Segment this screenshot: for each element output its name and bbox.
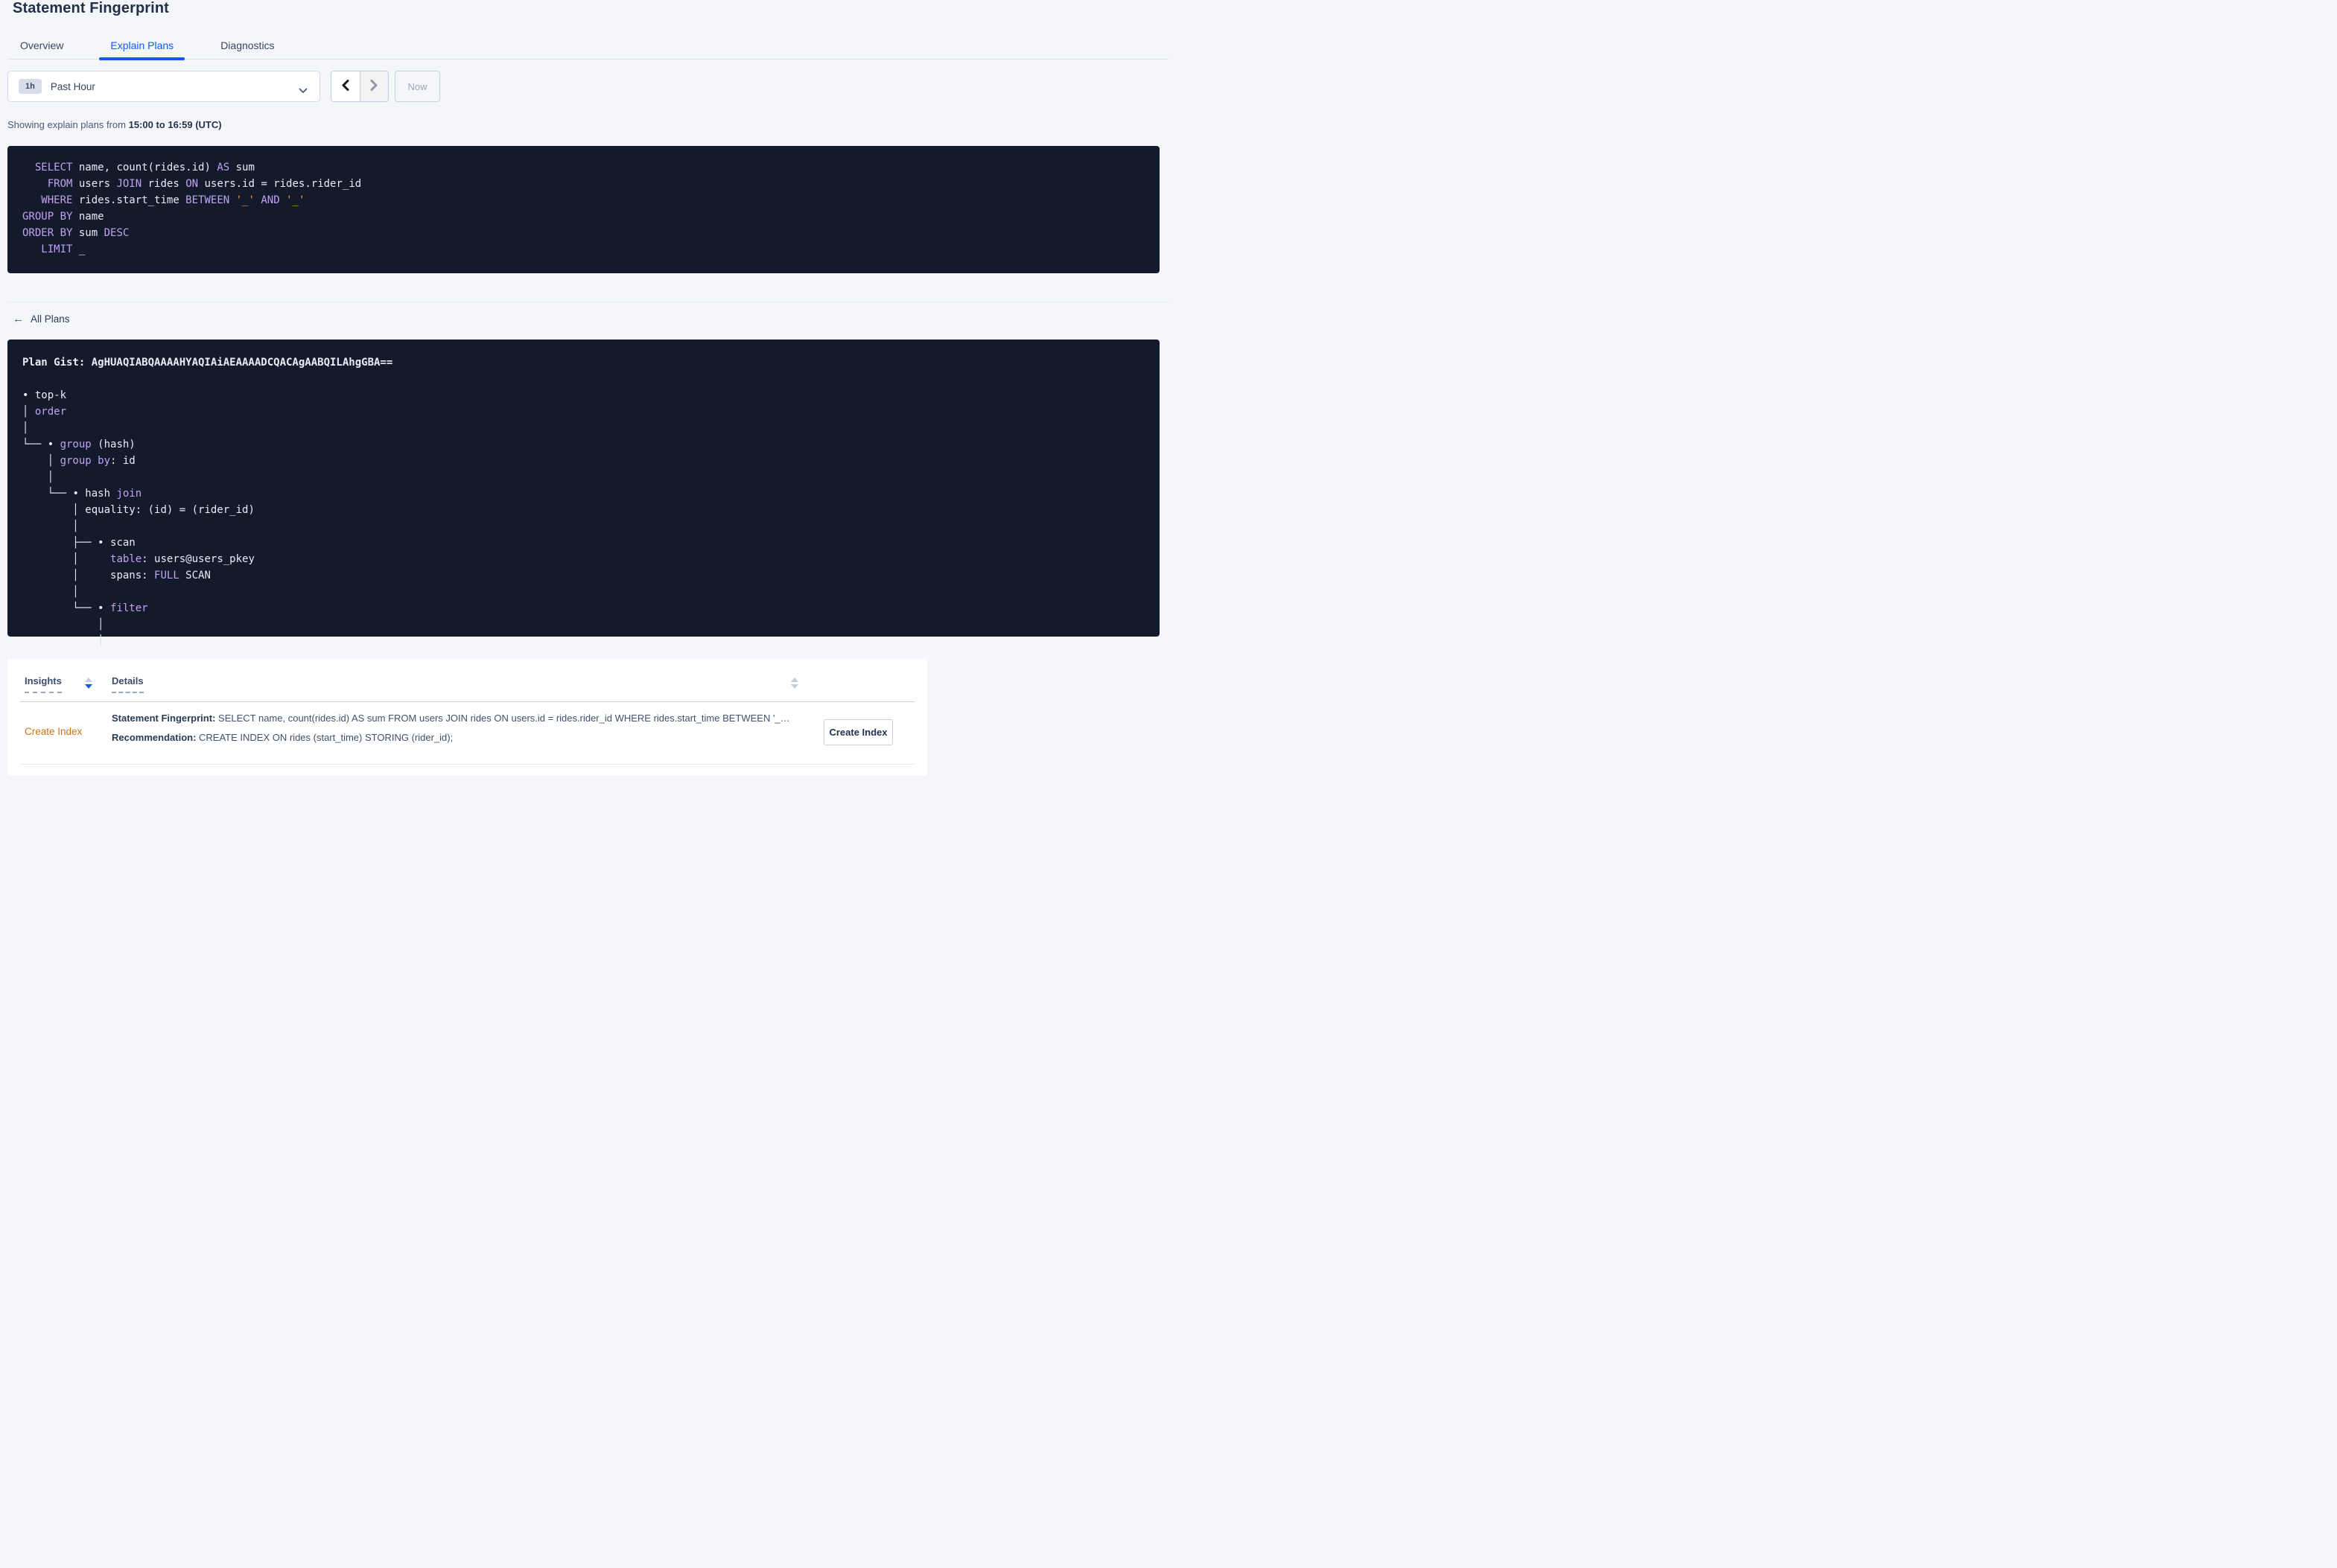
recommendation-value: CREATE INDEX ON rides (start_time) STORI… (196, 732, 454, 743)
tab-explain-plans[interactable]: Explain Plans (99, 33, 185, 60)
all-plans-back-link[interactable]: ← All Plans (13, 313, 70, 325)
details-column-header[interactable]: Details (112, 675, 144, 693)
caption-prefix: Showing explain plans from (7, 119, 129, 130)
sort-arrows-icon[interactable] (791, 678, 798, 689)
tab-diagnostics-label: Diagnostics (220, 39, 275, 51)
tab-bar: Overview Explain Plans Diagnostics (7, 33, 1168, 60)
insights-table: Insights Details Create Index Statement … (7, 659, 927, 776)
table-row-divider (20, 764, 915, 765)
sort-desc-icon (85, 684, 92, 689)
recommendation-label: Recommendation: (112, 732, 197, 743)
time-range-select[interactable]: 1h Past Hour (7, 71, 320, 102)
all-plans-label: All Plans (31, 313, 70, 325)
statement-fingerprint-page: Statement Fingerprint Overview Explain P… (0, 0, 1168, 784)
chevron-down-icon (299, 84, 308, 98)
details-cell: Statement Fingerprint: SELECT name, coun… (112, 713, 808, 744)
chevron-left-icon (340, 79, 350, 94)
sort-desc-icon (791, 684, 798, 689)
statement-fingerprint-label: Statement Fingerprint: (112, 713, 216, 724)
time-pager (331, 71, 389, 102)
details-header-label: Details (112, 675, 144, 693)
plan-gist-text: Plan Gist: AgHUAQIABQAAAAHYAQIAiAEAAAADC… (22, 357, 393, 647)
tab-explain-plans-label: Explain Plans (110, 39, 174, 51)
create-index-button[interactable]: Create Index (824, 719, 893, 745)
prev-time-button[interactable] (331, 71, 360, 101)
caption-time-range: 15:00 to 16:59 (UTC) (128, 119, 222, 130)
next-time-button[interactable] (359, 71, 388, 101)
sort-asc-icon (791, 678, 798, 682)
statement-fingerprint-detail: Statement Fingerprint: SELECT name, coun… (112, 713, 808, 724)
tab-overview-label: Overview (20, 39, 64, 51)
active-tab-underline (99, 57, 185, 60)
now-button[interactable]: Now (395, 71, 440, 102)
time-range-badge: 1h (19, 79, 42, 94)
showing-plans-caption: Showing explain plans from 15:00 to 16:5… (7, 119, 222, 130)
insights-header-label: Insights (25, 675, 62, 693)
arrow-left-icon: ← (13, 313, 24, 325)
sql-statement-text: SELECT name, count(rides.id) AS sum FROM… (22, 162, 362, 255)
sort-arrows-icon[interactable] (85, 678, 92, 689)
time-controls: 1h Past Hour Now (0, 71, 1168, 102)
statement-fingerprint-value: SELECT name, count(rides.id) AS sum FROM… (215, 713, 790, 724)
time-range-label: Past Hour (50, 80, 95, 92)
table-header-divider (20, 701, 915, 702)
tab-diagnostics[interactable]: Diagnostics (209, 33, 285, 59)
plan-gist-block: Plan Gist: AgHUAQIABQAAAAHYAQIAiAEAAAADC… (7, 340, 1160, 647)
insights-column-header[interactable]: Insights (25, 675, 62, 693)
page-title: Statement Fingerprint (13, 0, 169, 16)
sort-asc-icon (85, 678, 92, 682)
recommendation-detail: Recommendation: CREATE INDEX ON rides (s… (112, 732, 808, 744)
tab-overview[interactable]: Overview (9, 33, 74, 59)
sql-statement-block: SELECT name, count(rides.id) AS sum FROM… (7, 146, 1160, 273)
create-index-insight-link[interactable]: Create Index (25, 726, 82, 737)
chevron-right-icon (369, 79, 379, 94)
